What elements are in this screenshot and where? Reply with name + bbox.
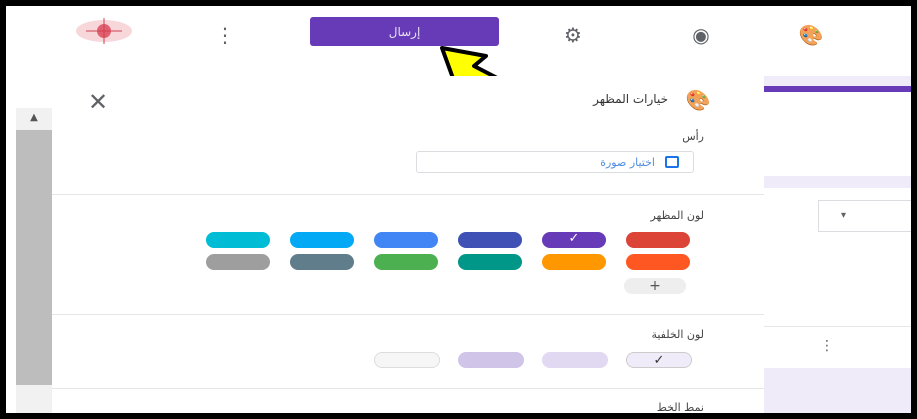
question-type-select[interactable]: ▾ — [818, 200, 911, 232]
form-editor-area: ▾ ⋮ — [764, 76, 911, 413]
send-button[interactable]: إرسال — [310, 17, 499, 46]
choose-image-label: اختيار صورة — [600, 155, 655, 169]
background-color-label: لون الخلفية — [651, 328, 704, 341]
form-header-card[interactable] — [764, 86, 911, 176]
theme-color-swatch[interactable] — [542, 254, 606, 270]
header-section-label: رأس — [682, 130, 704, 143]
theme-color-swatch[interactable] — [458, 232, 522, 248]
section-divider — [52, 388, 764, 389]
app-window: ⋮ إرسال ⚙ ◉ 🎨 ▲ ✕ خيارات المظهر 🎨 رأس اخ… — [6, 6, 911, 413]
preview-eye-icon[interactable]: ◉ — [686, 20, 716, 50]
font-style-label: نمط الخط — [656, 401, 704, 413]
theme-options-panel: ✕ خيارات المظهر 🎨 رأس اختيار صورة لون ال… — [52, 76, 765, 413]
theme-color-swatch[interactable] — [206, 232, 270, 248]
scrollbar-thumb[interactable] — [16, 130, 52, 385]
card-divider — [764, 326, 911, 327]
background-color-swatch[interactable]: ✓ — [626, 352, 692, 368]
choose-image-button[interactable]: اختيار صورة — [416, 151, 694, 173]
theme-color-swatch[interactable] — [542, 231, 606, 248]
background-color-swatch[interactable] — [374, 352, 440, 368]
theme-color-swatch[interactable] — [458, 254, 522, 270]
section-divider — [52, 314, 764, 315]
add-custom-color-button[interactable]: + — [624, 278, 686, 294]
theme-color-swatch[interactable] — [626, 254, 690, 270]
account-avatar[interactable] — [68, 16, 140, 46]
question-card[interactable]: ▾ ⋮ — [764, 188, 911, 368]
theme-color-swatch[interactable] — [206, 254, 270, 270]
more-options-icon[interactable]: ⋮ — [210, 20, 240, 50]
background-color-swatch[interactable] — [458, 352, 524, 368]
background-color-swatch[interactable] — [542, 352, 608, 368]
theme-color-swatch[interactable] — [290, 254, 354, 270]
customize-theme-icon[interactable]: 🎨 — [796, 20, 826, 50]
more-options-icon[interactable]: ⋮ — [820, 338, 834, 354]
theme-color-swatch[interactable] — [374, 232, 438, 248]
theme-color-label: لون المظهر — [650, 209, 704, 222]
palette-icon: 🎨 — [685, 88, 711, 112]
theme-color-swatch[interactable] — [290, 232, 354, 248]
theme-color-swatch[interactable] — [626, 232, 690, 248]
close-icon[interactable]: ✕ — [85, 90, 111, 116]
scroll-up-icon[interactable]: ▲ — [16, 112, 52, 128]
selected-check-icon: ✓ — [653, 353, 665, 368]
theme-color-swatch[interactable] — [374, 254, 438, 270]
panel-title: خيارات المظهر — [593, 92, 668, 106]
section-divider — [52, 194, 764, 195]
image-icon — [665, 156, 679, 168]
